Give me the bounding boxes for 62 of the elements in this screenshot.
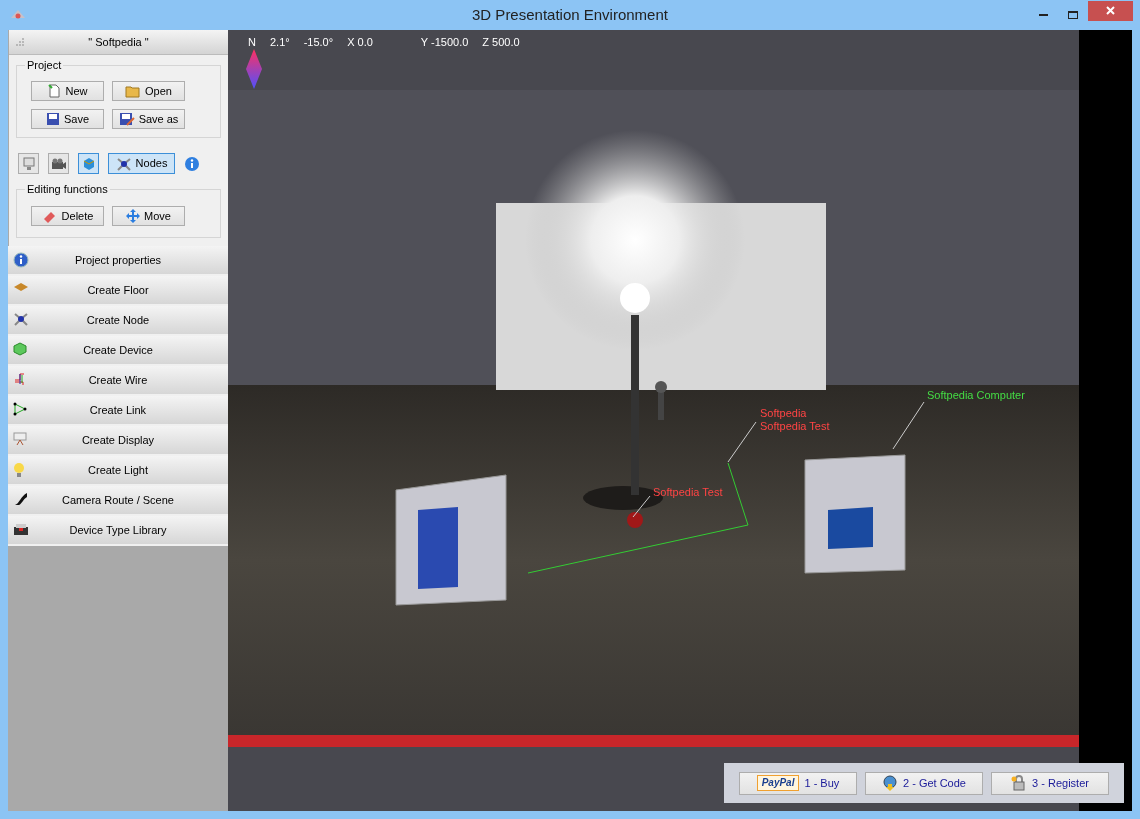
purchase-button[interactable]: 3 - Register xyxy=(991,771,1109,795)
node-star-icon xyxy=(13,312,29,326)
new-document-icon xyxy=(47,84,62,98)
group-label: Project xyxy=(25,59,64,72)
view-toggle-button[interactable] xyxy=(78,153,99,174)
scene-label: Softpedia Test xyxy=(653,486,723,499)
menu-item[interactable]: Create Display xyxy=(8,426,228,456)
menu-item[interactable]: Create Light xyxy=(8,456,228,486)
camera-readout: 2.1° xyxy=(269,35,290,50)
video-camera-icon xyxy=(50,156,67,171)
four-way-arrow-icon xyxy=(126,209,141,223)
toolbox-icon xyxy=(13,522,29,536)
monitor-icon xyxy=(21,156,36,171)
edit-button[interactable]: Delete xyxy=(31,206,104,226)
toolbar-button[interactable]: New xyxy=(31,81,104,101)
floor-tile-icon xyxy=(13,282,29,292)
menu-item[interactable]: Camera Route / Scene xyxy=(8,486,228,516)
camera-readout: X 0.0 xyxy=(347,35,373,50)
camera-readout: Z 500.0 xyxy=(482,35,520,50)
menu-item[interactable]: Create Wire xyxy=(8,366,228,396)
view-toggle-button[interactable] xyxy=(18,153,39,174)
paypal-badge: PayPal xyxy=(756,775,800,791)
compass-north-label: N xyxy=(248,35,256,50)
menu-item[interactable]: Create Floor xyxy=(8,276,228,306)
info-icon xyxy=(13,252,29,268)
menu-item[interactable]: Device Type Library xyxy=(8,516,228,546)
wire-icon xyxy=(13,372,27,386)
close-icon xyxy=(1106,6,1115,15)
toolbar-button[interactable]: Open xyxy=(112,81,185,101)
device-cube-icon xyxy=(13,342,27,356)
node-star-icon xyxy=(115,156,132,171)
view-toggle-button[interactable] xyxy=(48,153,69,174)
nodes-toggle-button[interactable]: Nodes xyxy=(108,153,175,174)
scene-label: Softpedia Computer xyxy=(927,389,1025,402)
toolbar-button[interactable]: Save xyxy=(31,109,104,129)
menu-item[interactable]: Create Link xyxy=(8,396,228,426)
edit-button[interactable]: Move xyxy=(112,206,185,226)
toolbar-button[interactable]: Save as xyxy=(112,109,185,129)
menu-item[interactable]: Create Device xyxy=(8,336,228,366)
folder-icon xyxy=(125,84,142,98)
camera-readout: Y -1500.0 xyxy=(420,35,469,50)
close-button[interactable] xyxy=(1088,0,1133,21)
purchase-button[interactable]: 2 - Get Code xyxy=(865,771,983,795)
cube-icon xyxy=(81,156,96,171)
menu-item[interactable]: Project properties xyxy=(8,246,228,276)
scene-label: Softpedia Softpedia Test xyxy=(760,407,830,433)
camera-readout: -15.0° xyxy=(303,35,334,50)
panel-title: " Softpedia " xyxy=(88,34,149,50)
window-title: 3D Presentation Environment xyxy=(472,4,668,25)
app-logo-icon xyxy=(11,10,25,20)
grip-icon xyxy=(16,38,24,46)
padlock-icon xyxy=(1011,775,1028,791)
link-icon xyxy=(13,402,27,416)
light-bulb-icon xyxy=(13,462,25,478)
purchase-button[interactable]: PayPal 1 - Buy xyxy=(739,771,857,795)
presentation-board-icon xyxy=(13,432,27,446)
floppy-pencil-icon xyxy=(118,112,135,126)
globe-download-icon xyxy=(882,775,898,791)
group-label: Editing functions xyxy=(25,183,110,196)
menu-item[interactable]: Create Node xyxy=(8,306,228,336)
compass-needle-icon xyxy=(245,49,263,89)
info-icon[interactable] xyxy=(184,155,200,172)
